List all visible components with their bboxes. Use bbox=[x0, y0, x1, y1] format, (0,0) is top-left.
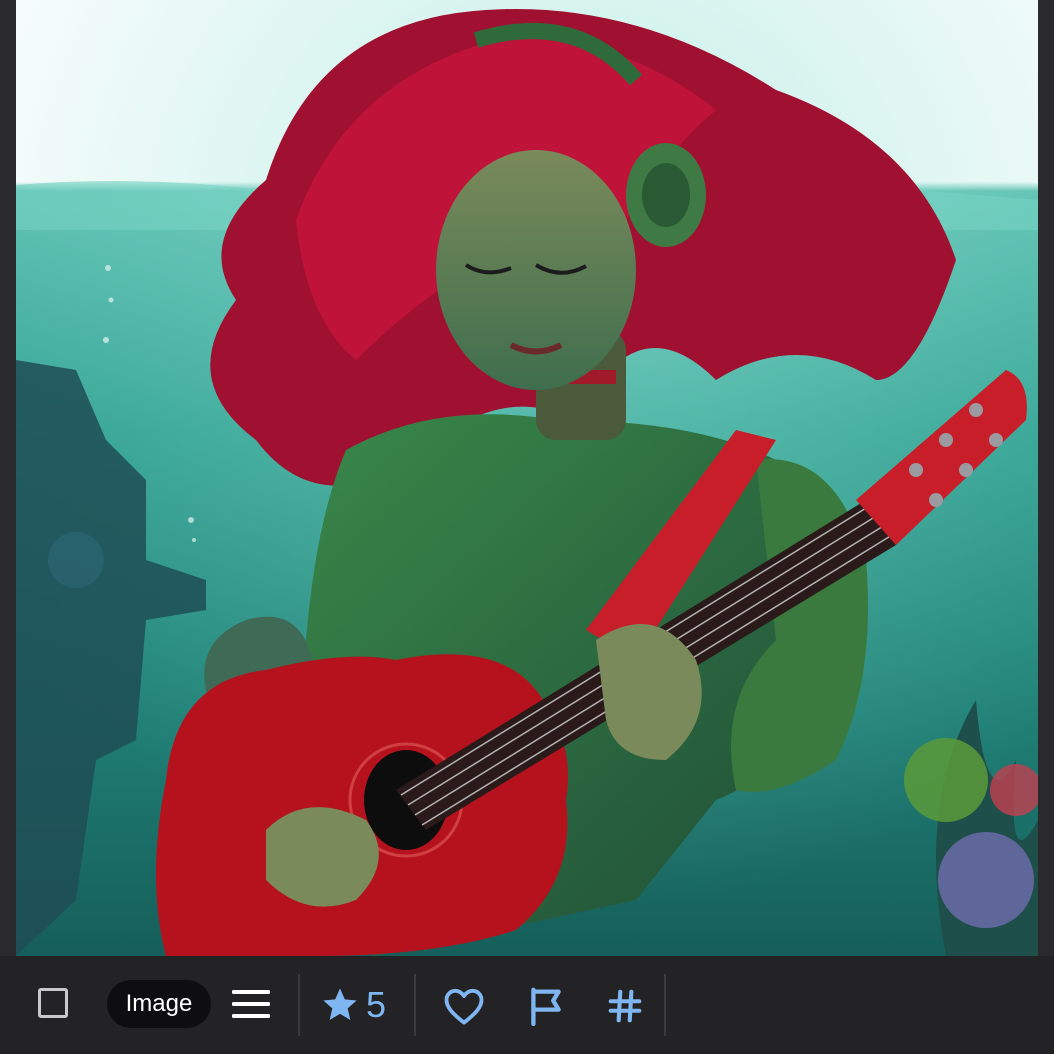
image-type-label: Image bbox=[125, 990, 193, 1017]
toolbar-divider bbox=[298, 974, 300, 1036]
image-toolbar: Image 5 bbox=[0, 956, 1054, 1054]
flag-icon[interactable] bbox=[524, 984, 568, 1028]
image-type-badge[interactable]: Image bbox=[107, 980, 211, 1028]
select-checkbox[interactable] bbox=[38, 988, 68, 1018]
artwork-image[interactable] bbox=[16, 0, 1038, 956]
hashtag-icon[interactable] bbox=[603, 984, 647, 1028]
heart-icon[interactable] bbox=[442, 984, 486, 1028]
artwork-illustration bbox=[16, 0, 1038, 956]
toolbar-divider bbox=[414, 974, 416, 1036]
rating-button[interactable]: 5 bbox=[320, 982, 386, 1028]
hamburger-menu-icon[interactable] bbox=[232, 990, 270, 1018]
toolbar-divider bbox=[664, 974, 666, 1036]
rating-value: 5 bbox=[366, 984, 387, 1025]
star-icon bbox=[320, 985, 360, 1025]
image-card: Image 5 bbox=[0, 0, 1054, 1054]
